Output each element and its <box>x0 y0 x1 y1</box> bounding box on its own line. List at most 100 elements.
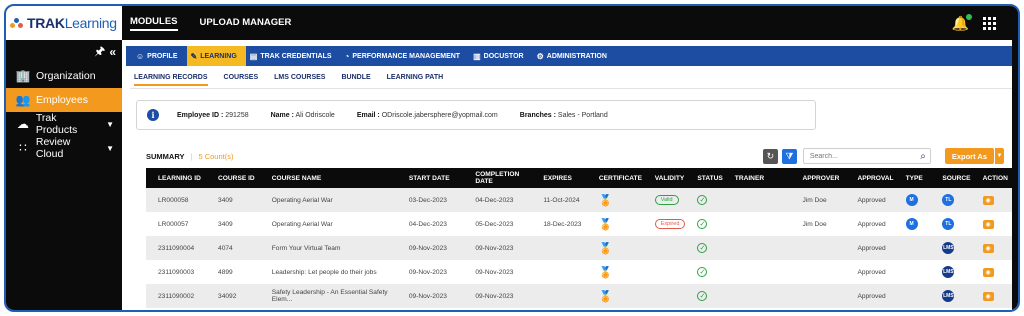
check-circle-icon: ✓ <box>697 219 708 229</box>
record-count: 5 Count(s) <box>198 152 234 161</box>
module-tabs: ☺ PROFILE ✎ LEARNING ▤ TRAK CREDENTIALS ◔ PERFO… <box>126 46 1014 66</box>
logo-mark-icon <box>10 17 24 29</box>
approver-cell <box>790 236 846 260</box>
sidebar-item-organization[interactable]: 🏢 Organization <box>6 64 122 88</box>
table-row[interactable]: 2311090004 4074 Form Your Virtual Team 09-N… <box>146 236 1012 260</box>
search-input[interactable] <box>809 152 921 160</box>
table-row[interactable]: 2311090003 4899 Leadership: Let people do … <box>146 260 1012 284</box>
source-badge: TL <box>942 218 955 230</box>
app-grid-icon[interactable] <box>983 16 996 30</box>
sidebar-item-employees[interactable]: 👥 Employees <box>6 88 122 112</box>
employee-branches: Branches : Sales - Portland <box>519 111 608 119</box>
view-eye-icon[interactable]: ◉ <box>982 195 994 205</box>
sidebar-controls: 🖈 « <box>6 40 122 64</box>
nav-modules[interactable]: MODULES <box>130 16 178 31</box>
trainer-cell <box>722 260 791 284</box>
column-header: ACTION <box>970 168 1012 188</box>
check-circle-icon: ✓ <box>697 267 708 277</box>
tab-label: PROFILE <box>147 52 178 60</box>
type-badge: M <box>905 218 918 230</box>
learning-id-cell: LR000058 <box>146 188 207 212</box>
learning-records-table: LEARNING ID COURSE ID COURSE NAME START DAT… <box>146 168 1012 308</box>
refresh-icon[interactable]: ↻ <box>762 148 778 164</box>
column-header: COURSE ID <box>206 168 260 188</box>
sidebar-item-review-cloud[interactable]: ∷ Review Cloud ▼ <box>6 136 122 160</box>
pin-icon[interactable]: 🖈 <box>94 42 105 63</box>
notification-dot <box>966 13 972 20</box>
action-cell: ◉ <box>970 260 1012 284</box>
type-cell <box>893 284 931 308</box>
source-cell: TL <box>930 188 971 212</box>
certificate-award-icon[interactable]: 🏅 <box>599 195 613 207</box>
certificate-cell: 🏅 <box>586 188 643 212</box>
start-date-cell: 09-Nov-2023 <box>396 284 464 308</box>
filter-icon[interactable]: ⧩ <box>781 148 797 164</box>
sidebar-item-label: Organization <box>36 70 96 82</box>
notification-bell-icon[interactable]: 🔔 <box>952 13 972 32</box>
completion-date-cell: 04-Dec-2023 <box>463 188 532 212</box>
certificate-award-icon[interactable]: 🏅 <box>599 267 613 279</box>
tab-docustor[interactable]: ▥ DOCUSTOR <box>469 46 533 66</box>
completion-date-cell: 09-Nov-2023 <box>463 260 532 284</box>
main-content: ☺ PROFILE ✎ LEARNING ▤ TRAK CREDENTIALS ◔ PERFO… <box>122 40 1018 310</box>
status-cell: ✓ <box>685 188 723 212</box>
chevron-down-icon: ▼ <box>106 143 114 153</box>
column-header: CERTIFICATE <box>586 168 643 188</box>
action-cell: ◉ <box>970 236 1012 260</box>
tab-administration[interactable]: ⚙ ADMINISTRATION <box>533 46 616 66</box>
course-name-cell: Operating Aerial War <box>259 188 397 212</box>
expires-cell <box>531 260 587 284</box>
type-cell: M <box>893 212 931 236</box>
validity-cell: Valid <box>642 188 686 212</box>
course-id-cell: 4899 <box>206 260 260 284</box>
source-badge: TL <box>942 194 955 206</box>
logo[interactable]: TRAKLearning <box>6 6 122 40</box>
subtab-learning-path[interactable]: LEARNING PATH <box>387 74 444 86</box>
source-cell: LMS <box>930 260 971 284</box>
document-icon: ▥ <box>473 51 481 61</box>
column-header: SOURCE <box>930 168 971 188</box>
type-badge: M <box>905 194 918 206</box>
tab-learning[interactable]: ✎ LEARNING <box>186 46 246 66</box>
source-cell: TL <box>930 212 971 236</box>
learning-id-cell: 2311090004 <box>146 236 207 260</box>
column-header: TRAINER <box>722 168 791 188</box>
column-header: START DATE <box>396 168 464 188</box>
tab-trak-credentials[interactable]: ▤ TRAK CREDENTIALS <box>246 46 341 66</box>
nav-upload-manager[interactable]: UPLOAD MANAGER <box>200 17 292 30</box>
table-row[interactable]: 2311090002 34092 Safety Leadership - An Es… <box>146 284 1012 308</box>
subtab-lms-courses[interactable]: LMS COURSES <box>274 74 325 86</box>
sidebar-item-trak-products[interactable]: ☁ Trak Products ▼ <box>6 112 122 136</box>
column-header: TYPE <box>893 168 931 188</box>
collapse-sidebar-icon[interactable]: « <box>109 45 116 59</box>
source-cell: LMS <box>930 284 971 308</box>
certificate-award-icon[interactable]: 🏅 <box>599 243 613 255</box>
view-eye-icon[interactable]: ◉ <box>982 267 994 277</box>
subtab-bundle[interactable]: BUNDLE <box>341 74 370 86</box>
table-row[interactable]: LR000058 3409 Operating Aerial War 03-Dec-2… <box>146 188 1012 212</box>
validity-cell <box>642 236 686 260</box>
subtab-courses[interactable]: COURSES <box>224 74 259 86</box>
view-eye-icon[interactable]: ◉ <box>982 219 994 229</box>
column-header: STATUS <box>685 168 723 188</box>
approval-cell: Approved <box>845 188 894 212</box>
user-icon: ☺ <box>136 51 145 61</box>
search-icon[interactable]: ⌕ <box>920 151 926 162</box>
export-dropdown-chevron-icon[interactable]: ▼ <box>994 148 1004 164</box>
certificate-award-icon[interactable]: 🏅 <box>599 291 613 303</box>
approver-cell <box>790 284 846 308</box>
view-eye-icon[interactable]: ◉ <box>982 291 994 301</box>
start-date-cell: 09-Nov-2023 <box>396 260 464 284</box>
learning-id-cell: LR000057 <box>146 212 207 236</box>
sidebar-item-label: Employees <box>36 94 88 106</box>
table-tools: ↻ ⧩ ⌕ Export As ▼ <box>762 148 1004 164</box>
view-eye-icon[interactable]: ◉ <box>982 243 994 253</box>
validity-cell <box>642 260 686 284</box>
table-row[interactable]: LR000057 3409 Operating Aerial War 04-Dec-2… <box>146 212 1012 236</box>
tab-profile[interactable]: ☺ PROFILE <box>132 46 187 66</box>
expires-cell <box>531 284 587 308</box>
tab-performance-management[interactable]: ◔ PERFORMANCE MANAGEMENT <box>341 46 470 66</box>
certificate-award-icon[interactable]: 🏅 <box>599 219 613 231</box>
export-button[interactable]: Export As <box>944 148 994 164</box>
subtab-learning-records[interactable]: LEARNING RECORDS <box>134 74 208 86</box>
